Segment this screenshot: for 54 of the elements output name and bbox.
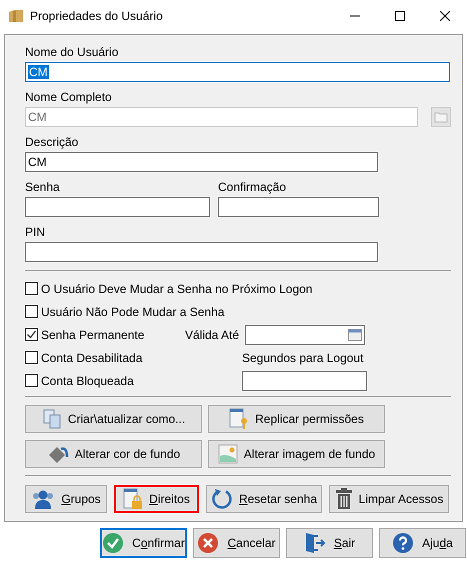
- document-lock-icon: [123, 488, 144, 510]
- check-circle-icon: [102, 532, 124, 554]
- password-field[interactable]: [25, 197, 210, 217]
- close-circle-icon: [197, 532, 220, 554]
- image-icon: [218, 444, 238, 464]
- documents-icon: [42, 409, 62, 429]
- field-label: PIN: [25, 225, 46, 240]
- checkbox-label: Conta Desabilitada: [41, 350, 142, 364]
- circular-arrow-icon: [211, 488, 233, 510]
- folder-icon: [434, 111, 448, 123]
- checkbox-label: Senha Permanente: [41, 328, 144, 342]
- dialog-button[interactable]: Sair: [286, 528, 373, 558]
- input-field[interactable]: CM: [25, 152, 378, 172]
- checkbox-label: O Usuário Deve Mudar a Senha no Próximo Logon: [41, 282, 312, 296]
- input-field[interactable]: [25, 242, 378, 262]
- checkbox-label: Usuário Não Pode Mudar a Senha: [41, 304, 224, 318]
- document-key-icon: [229, 408, 250, 430]
- action-button[interactable]: Resetar senha: [206, 485, 322, 513]
- field-label: Nome do Usuário: [25, 45, 120, 60]
- action-button[interactable]: Grupos: [25, 485, 107, 513]
- field-label: Confirmação: [218, 180, 288, 195]
- action-button[interactable]: Direitos: [114, 485, 199, 513]
- action-button[interactable]: Replicar permissões: [208, 405, 385, 433]
- action-button[interactable]: Criar\atualizar como...: [25, 405, 202, 433]
- action-button[interactable]: Limpar Acessos: [329, 485, 449, 513]
- checkbox[interactable]: [25, 351, 38, 364]
- action-button[interactable]: Alterar imagem de fundo: [208, 440, 385, 468]
- dialog-button[interactable]: Cancelar: [193, 528, 280, 558]
- field-label: Senha: [25, 180, 61, 195]
- dialog-button[interactable]: Confirmar: [100, 528, 187, 558]
- checkbox-label: Conta Bloqueada: [41, 374, 134, 388]
- field-label: Segundos para Logout: [242, 350, 364, 364]
- folder-icon: [8, 8, 24, 24]
- checkbox[interactable]: [25, 374, 38, 387]
- checkbox[interactable]: [25, 282, 38, 295]
- exit-door-icon: [304, 532, 326, 554]
- password-field[interactable]: [218, 197, 379, 217]
- checkbox[interactable]: [25, 328, 38, 341]
- action-button[interactable]: Alterar cor de fundo: [25, 440, 202, 468]
- maximize-icon: [394, 11, 404, 21]
- help-icon: [392, 532, 414, 554]
- checkbox[interactable]: [25, 305, 38, 318]
- dialog-button[interactable]: Ajuda: [379, 528, 466, 558]
- field-label: Válida Até: [185, 328, 240, 342]
- input-field[interactable]: [242, 370, 367, 390]
- field-label: Nome Completo: [25, 90, 113, 105]
- close-icon: [440, 11, 450, 21]
- window-title: Propriedades do Usuário: [30, 9, 164, 23]
- field-label: Descrição: [25, 135, 80, 150]
- trash-icon: [334, 488, 353, 510]
- users-icon: [31, 489, 56, 509]
- date-field[interactable]: [245, 324, 366, 344]
- input-field[interactable]: CM: [25, 62, 450, 82]
- calendar-icon[interactable]: [348, 328, 362, 340]
